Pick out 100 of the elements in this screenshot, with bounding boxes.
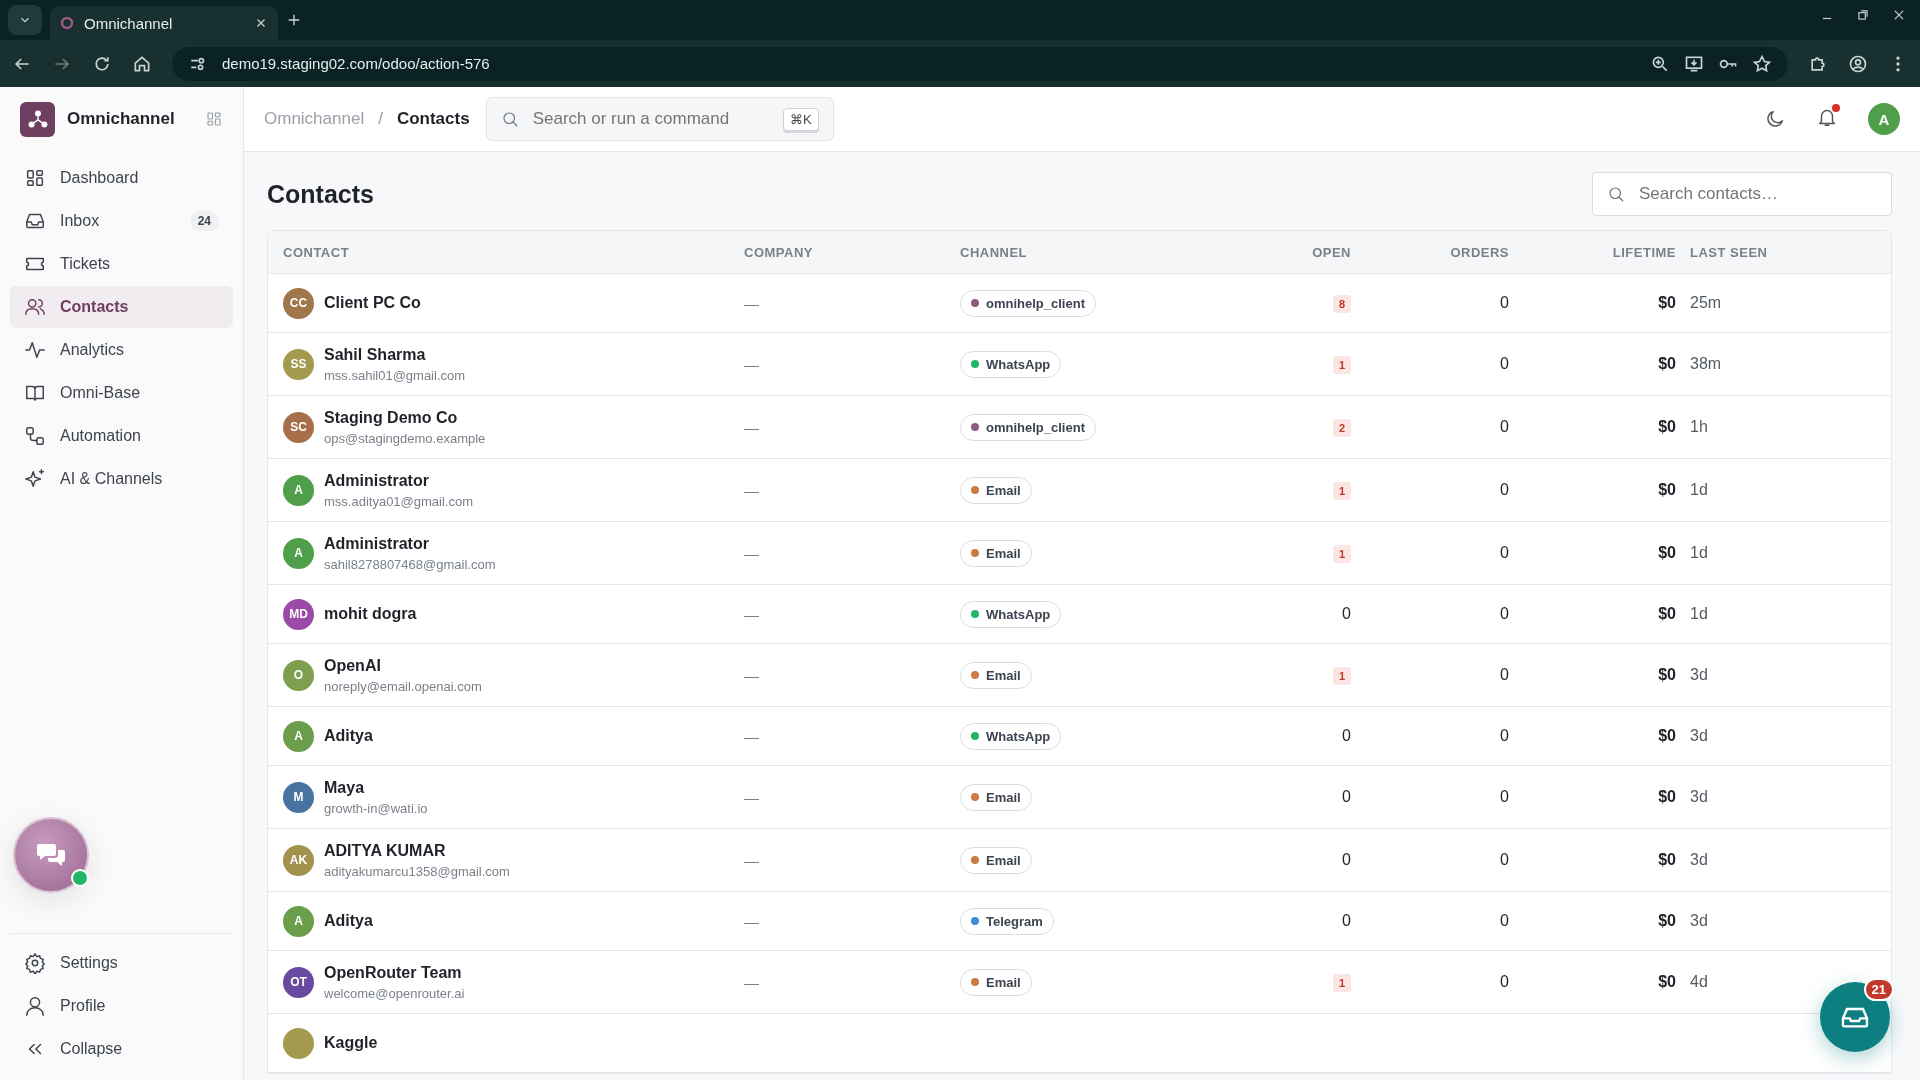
company-cell-text: — [744,727,760,745]
lifetime-cell: $0 [1658,788,1676,806]
lifetime-cell: $0 [1658,727,1676,745]
open-count-badge: 8 [1332,295,1351,313]
column-header[interactable]: CONTACT [283,244,744,260]
lifetime-cell: $0 [1658,481,1676,499]
search-field[interactable]: Search contacts… [1637,183,1877,205]
contact-name[interactable]: ADITYA KUMAR [324,841,510,861]
open-count-badge: 1 [1332,667,1351,685]
sidebar-item[interactable]: Dashboard [10,157,233,199]
open-count: 0 [1342,851,1351,868]
lifetime-cell: $0 [1658,973,1676,991]
chat-bubbles-icon [36,842,66,868]
orders-cell: 0 [1500,481,1509,499]
shortcut-key: ⌘K [782,107,819,131]
open-count: 0 [1342,727,1351,744]
orders-cell: 0 [1500,727,1509,745]
open-count-badge: 1 [1332,974,1351,992]
contact-name[interactable]: Kaggle [324,1033,378,1053]
settings-icon [24,952,46,974]
company-cell-text: — [744,355,760,373]
sidebar-item[interactable]: Inbox 24 [10,200,233,242]
column-header[interactable]: LIFETIME [1612,244,1676,260]
orders-cell: 0 [1500,788,1509,806]
contact-name[interactable]: Maya [324,778,428,798]
contact-name[interactable]: Sahil Sharma [324,345,466,365]
column-header[interactable]: ORDERS [1450,244,1509,260]
sidebar-item[interactable]: Analytics [10,329,233,371]
open-count: 0 [1342,605,1351,622]
star-icon[interactable] [1752,53,1772,74]
contact-name[interactable]: Client PC Co [324,293,421,313]
contact-email: mss.sahil01@gmail.com [324,368,466,383]
contact-avatar: OT [283,966,314,998]
moon-icon[interactable] [1764,108,1786,130]
users-icon [24,296,46,318]
orders-cell: 0 [1500,418,1509,436]
contact-avatar: M [283,781,314,813]
lifetime-cell: $0 [1658,355,1676,373]
company-cell-text: — [744,294,760,312]
last-seen-cell-text: 1d [1689,544,1708,562]
company-cell-text: — [744,544,760,562]
contact-email: mss.aditya01@gmail.com [324,494,474,509]
contact-name[interactable]: Aditya [324,726,373,746]
lifetime-cell: $0 [1658,418,1676,436]
person-icon [24,995,46,1017]
contact-email: ops@stagingdemo.example [324,431,486,446]
orders-cell: 0 [1500,294,1509,312]
contact-name[interactable]: Administrator [324,471,474,491]
sidebar-item[interactable]: Settings [10,942,233,984]
sidebar-item[interactable]: AI & Channels [10,458,233,500]
lifetime-cell: $0 [1658,605,1676,623]
lifetime-cell: $0 [1658,544,1676,562]
company-cell-text: — [744,851,760,869]
last-seen-cell-text: 1h [1689,418,1708,436]
company-cell-text: — [744,666,760,684]
orders-cell: 0 [1500,544,1509,562]
last-seen-cell-text: 3d [1689,912,1708,930]
contact-avatar: O [283,659,314,691]
command-search-box[interactable]: Search or run a command ⌘K [485,97,834,141]
sidebar-item[interactable]: Omni-Base [10,372,233,414]
contact-email: sahil8278807468@gmail.com [324,557,496,572]
last-seen-cell-text: 25m [1689,294,1722,312]
sidebar-item[interactable]: Profile [10,985,233,1027]
last-seen-cell-text: 3d [1689,851,1708,869]
contact-name[interactable]: Staging Demo Co [324,408,486,428]
column-header[interactable]: COMPANY [744,244,960,260]
contact-name[interactable]: mohit dogra [324,604,417,624]
open-count: 0 [1342,912,1351,929]
orders-cell: 0 [1500,851,1509,869]
company-cell-text: — [744,481,760,499]
search-box[interactable]: Search contacts… [1592,172,1892,216]
sidebar-item[interactable]: Contacts [10,286,233,328]
command-search-field[interactable]: Search or run a command [530,108,771,130]
open-count: 0 [1342,788,1351,805]
contact-email: growth-in@wati.io [324,801,428,816]
last-seen-cell-text: 1d [1689,481,1708,499]
contact-name[interactable]: Administrator [324,534,496,554]
profile-icon[interactable] [1848,53,1868,74]
column-header[interactable]: LAST SEEN [1676,244,1891,260]
contact-avatar: A [283,537,314,569]
contact-name[interactable]: OpenRouter Team [324,963,465,983]
breadcrumb-current: Contacts [396,109,470,129]
sidebar-item[interactable]: Collapse [10,1028,233,1070]
contact-email: adityakumarcu1358@gmail.com [324,864,510,879]
contact-name[interactable]: Aditya [324,911,373,931]
contact-name[interactable]: OpenAI [324,656,482,676]
last-seen-cell-text: 3d [1689,788,1708,806]
sidebar-item[interactable]: Tickets [10,243,233,285]
sidebar-item[interactable]: Automation [10,415,233,457]
column-header[interactable]: CHANNEL [960,244,1217,260]
favicon-icon [60,16,74,30]
browser-tab[interactable]: Omnichannel [50,6,278,40]
column-header[interactable]: OPEN [1312,244,1351,260]
lifetime-cell: $0 [1658,912,1676,930]
page-title: Contacts [267,179,374,209]
online-status-dot [71,869,89,887]
company-cell-text: — [744,418,760,436]
orders-cell: 0 [1500,605,1509,623]
company-cell-text: — [744,912,760,930]
app-logo[interactable] [20,101,55,137]
